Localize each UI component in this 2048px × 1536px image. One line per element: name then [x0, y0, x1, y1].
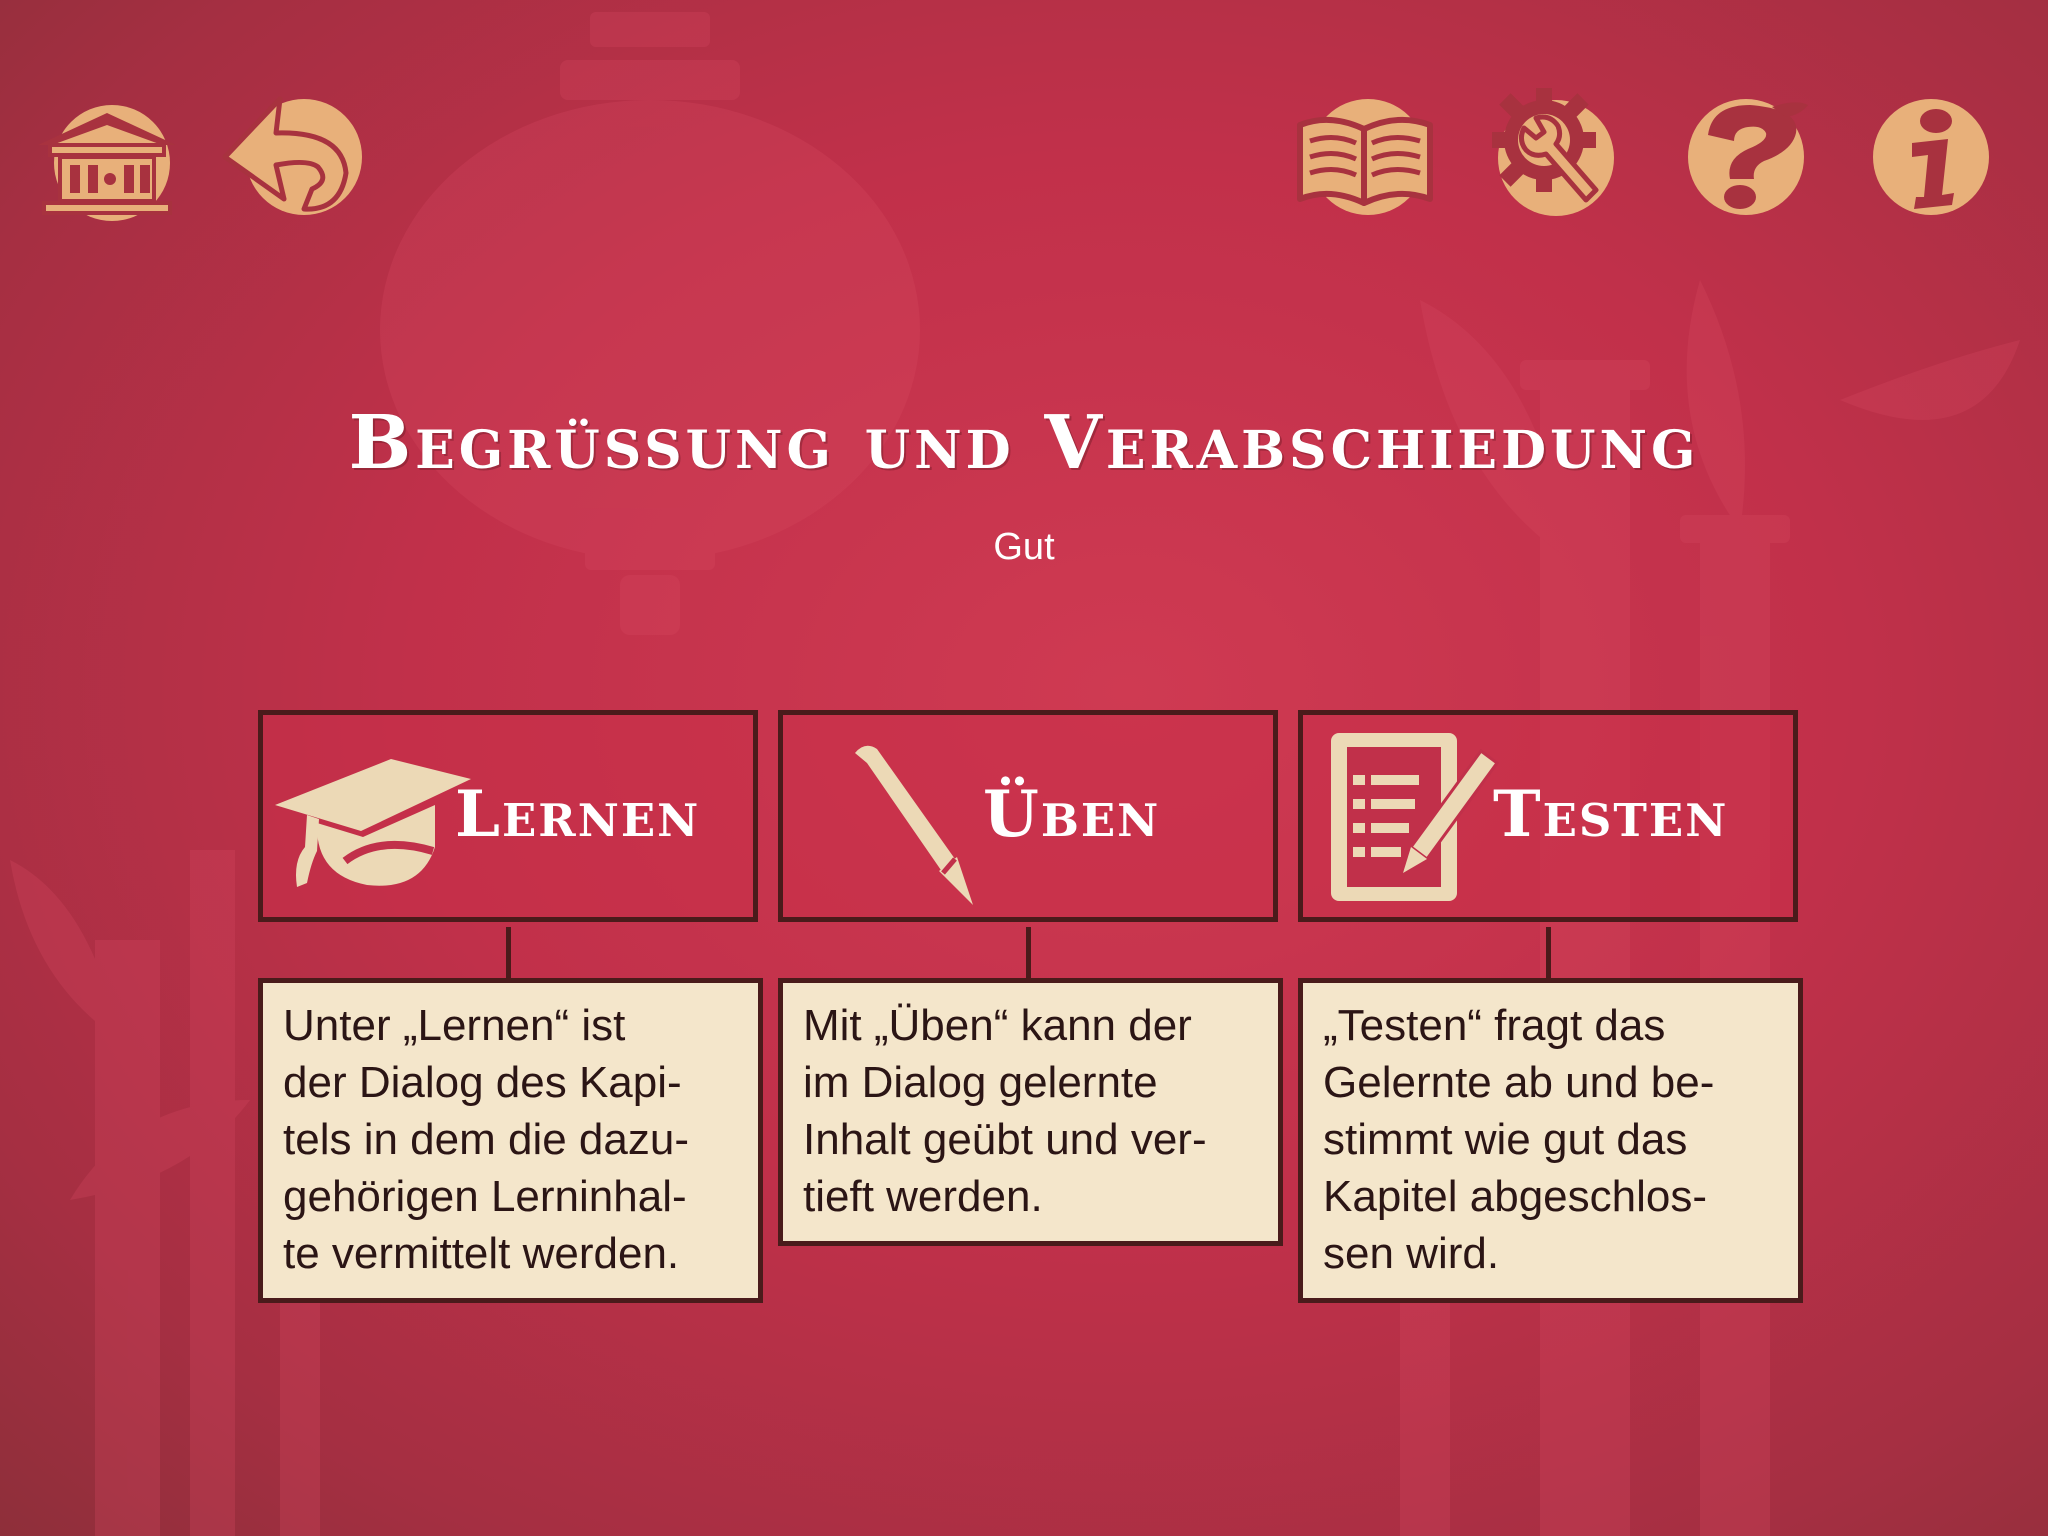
settings-wrench-gear-icon	[1492, 88, 1614, 216]
description-ueben: Mit „Üben“ kann der im Dialog gelernte I…	[778, 978, 1283, 1246]
connector-lernen	[506, 927, 511, 982]
mode-card-testen[interactable]: Testen	[1298, 710, 1798, 922]
connector-testen	[1546, 927, 1551, 982]
graduation-cap-icon	[275, 759, 471, 887]
info-icon	[1873, 99, 1989, 215]
mode-label-testen: Testen	[1493, 777, 1729, 852]
info-button[interactable]	[1856, 85, 2006, 235]
help-question-icon	[1688, 99, 1808, 215]
book-icon	[1297, 99, 1433, 215]
chapter-title: Begrüssung und Verabschiedung	[348, 400, 1700, 486]
connector-ueben	[1026, 927, 1031, 982]
home-button[interactable]	[32, 85, 182, 235]
pencil-icon	[855, 745, 973, 905]
back-button[interactable]	[222, 85, 372, 235]
mode-card-lernen[interactable]: Lernen	[258, 710, 758, 922]
home-temple-icon	[38, 105, 176, 221]
mode-label-ueben: Üben	[983, 777, 1161, 852]
back-arrow-icon	[222, 96, 362, 215]
book-button[interactable]	[1290, 85, 1440, 235]
help-button[interactable]	[1668, 85, 1818, 235]
chapter-rating: Gut	[993, 526, 1055, 568]
description-lernen: Unter „Lernen“ ist der Dialog des Kapi- …	[258, 978, 763, 1303]
mode-label-lernen: Lernen	[455, 777, 701, 852]
mode-card-ueben[interactable]: Üben	[778, 710, 1278, 922]
settings-button[interactable]	[1478, 78, 1628, 228]
description-testen: „Testen“ fragt das Gelernte ab und be- s…	[1298, 978, 1803, 1303]
